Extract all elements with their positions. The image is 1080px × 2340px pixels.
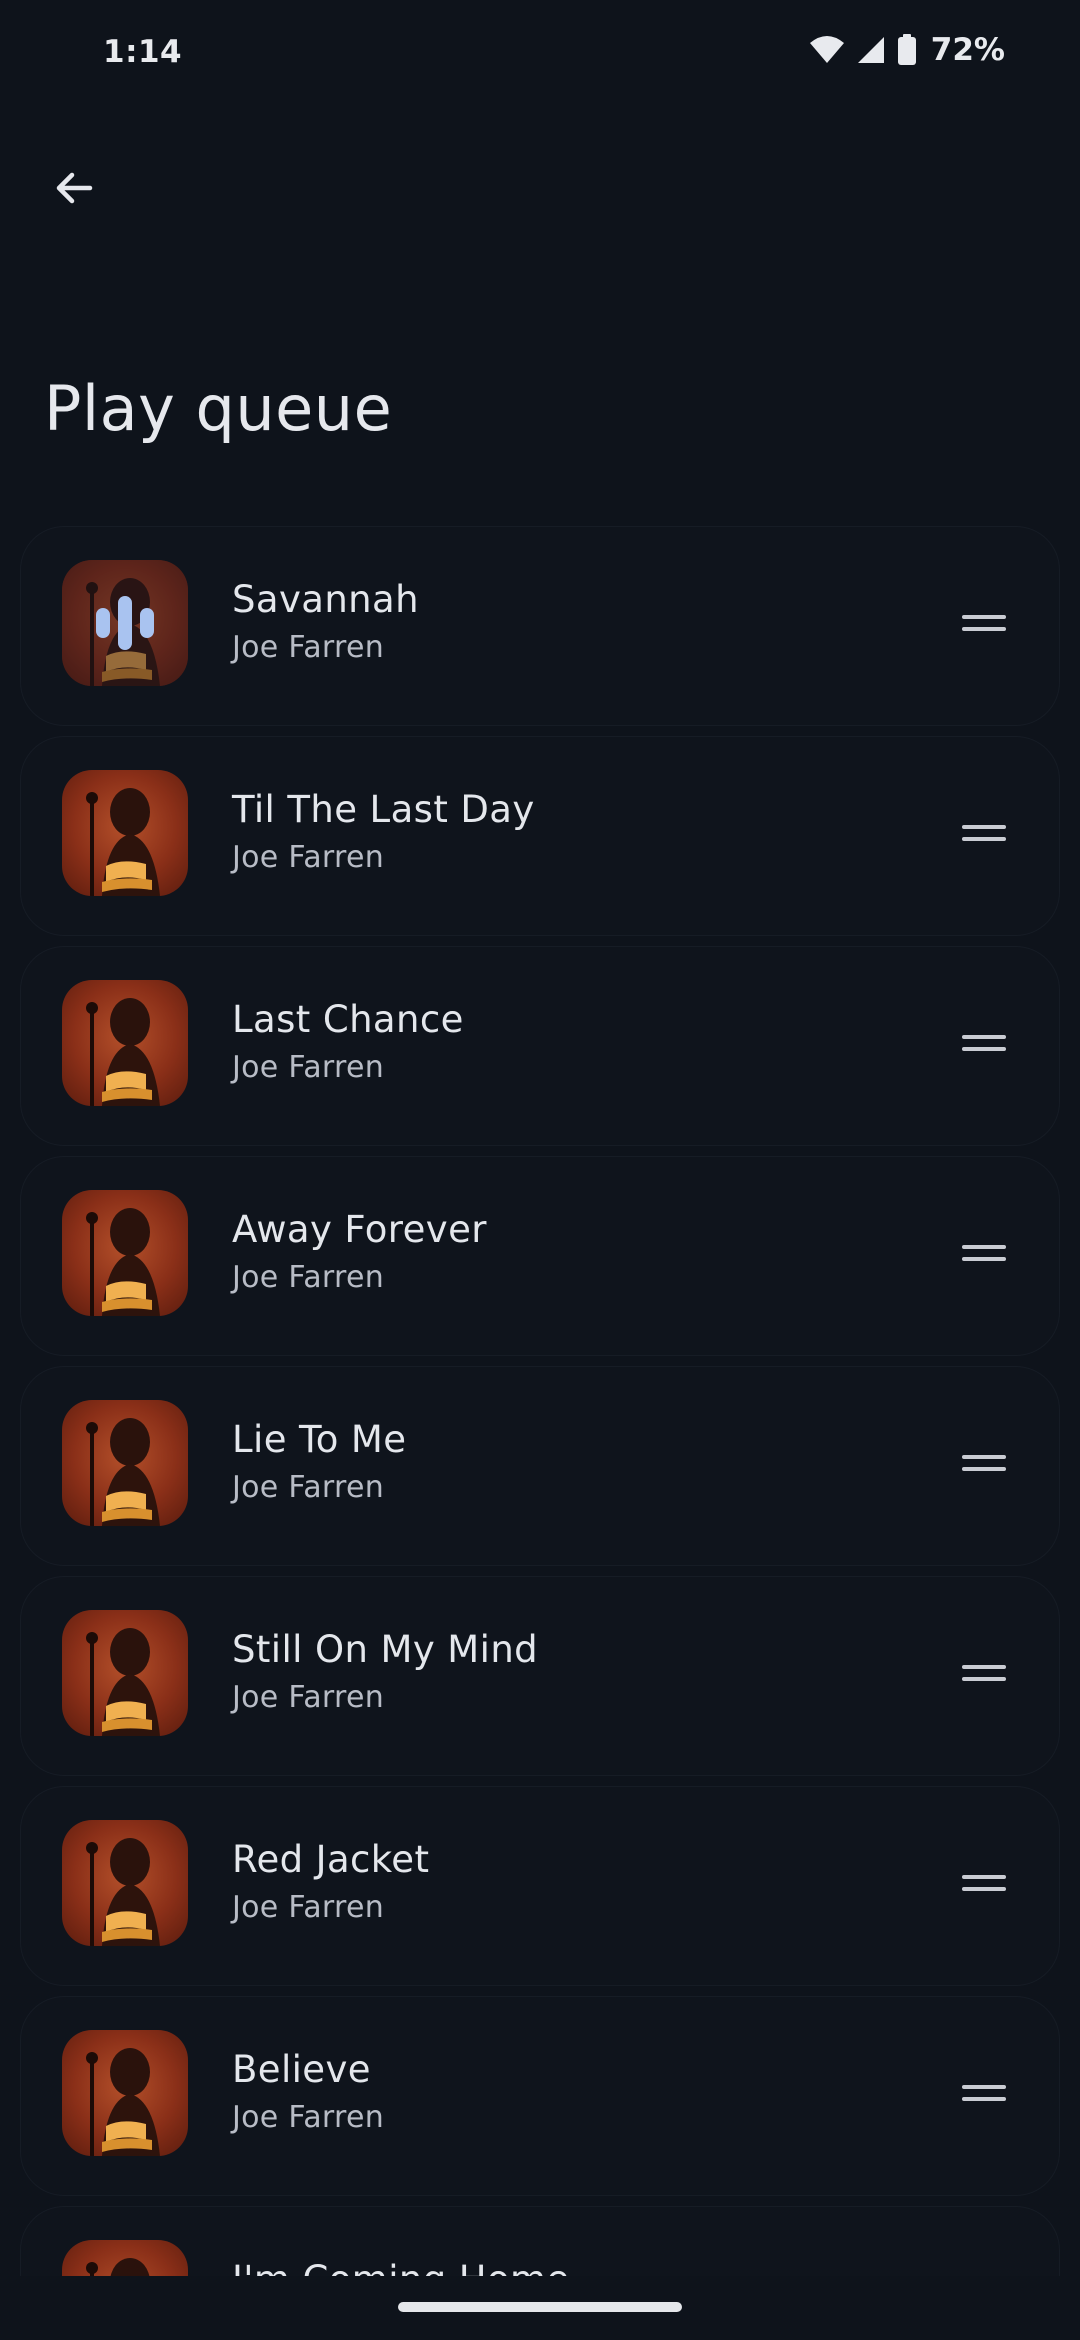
battery-percent: 72%: [930, 32, 1005, 68]
drag-handle-icon[interactable]: [962, 1448, 1006, 1478]
song-artist: Joe Farren: [232, 2100, 385, 2135]
song-title: I'm Coming Home: [232, 2258, 570, 2276]
queue-item[interactable]: Til The Last Day Joe Farren: [20, 736, 1060, 936]
song-title: Savannah: [232, 578, 419, 621]
cell-signal-icon: [857, 37, 884, 63]
queue-item[interactable]: Red Jacket Joe Farren: [20, 1786, 1060, 1986]
song-artist: Joe Farren: [232, 1890, 385, 1925]
play-queue-list[interactable]: Savannah Joe Farren Til The Last Day Joe Fa…: [20, 526, 1060, 2276]
song-artist: Joe Farren: [232, 1680, 385, 1715]
album-art: [62, 1820, 188, 1946]
song-title: Still On My Mind: [232, 1628, 539, 1671]
now-playing-equalizer-icon: [62, 560, 188, 686]
album-art: [62, 2030, 188, 2156]
status-time: 1:14: [103, 34, 183, 70]
queue-item[interactable]: Away Forever Joe Farren: [20, 1156, 1060, 1356]
queue-item[interactable]: Last Chance Joe Farren: [20, 946, 1060, 1146]
queue-item[interactable]: I'm Coming HomeJoe Farren: [20, 2206, 1060, 2276]
song-title: Away Forever: [232, 1208, 487, 1251]
queue-item[interactable]: Savannah Joe Farren: [20, 526, 1060, 726]
song-title: Lie To Me: [232, 1418, 407, 1461]
album-art: [62, 2240, 188, 2276]
album-art: [62, 980, 188, 1106]
wifi-icon: [809, 36, 844, 63]
drag-handle-icon[interactable]: [962, 818, 1006, 848]
album-art: [62, 1610, 188, 1736]
album-art: [62, 560, 188, 686]
song-title: Last Chance: [232, 998, 464, 1041]
album-art: [62, 1190, 188, 1316]
drag-handle-icon[interactable]: [962, 1658, 1006, 1688]
battery-icon: [897, 34, 916, 65]
equalizer-bar: [96, 608, 110, 638]
status-bar: 1:14 72%: [0, 0, 1080, 110]
song-title: Til The Last Day: [232, 788, 535, 831]
song-artist: Joe Farren: [232, 1470, 385, 1505]
album-art: [62, 770, 188, 896]
equalizer-bar: [140, 608, 154, 638]
song-title: Believe: [232, 2048, 371, 2091]
page-title: Play queue: [44, 372, 393, 445]
album-art: [62, 1400, 188, 1526]
song-artist: Joe Farren: [232, 1050, 385, 1085]
arrow-back-icon: [56, 172, 93, 204]
drag-handle-icon[interactable]: [962, 1028, 1006, 1058]
queue-item[interactable]: Believe Joe Farren: [20, 1996, 1060, 2196]
queue-item[interactable]: Lie To Me Joe Farren: [20, 1366, 1060, 1566]
queue-item[interactable]: Still On My Mind Joe Farren: [20, 1576, 1060, 1776]
equalizer-bar: [118, 596, 132, 650]
back-button[interactable]: [38, 152, 110, 224]
song-artist: Joe Farren: [232, 1260, 385, 1295]
drag-handle-icon[interactable]: [962, 1238, 1006, 1268]
song-artist: Joe Farren: [232, 840, 385, 875]
drag-handle-icon[interactable]: [962, 608, 1006, 638]
home-indicator[interactable]: [398, 2302, 682, 2312]
song-title: Red Jacket: [232, 1838, 430, 1881]
song-artist: Joe Farren: [232, 630, 385, 665]
drag-handle-icon[interactable]: [962, 1868, 1006, 1898]
status-icons: 72%: [809, 32, 1005, 68]
drag-handle-icon[interactable]: [962, 2078, 1006, 2108]
